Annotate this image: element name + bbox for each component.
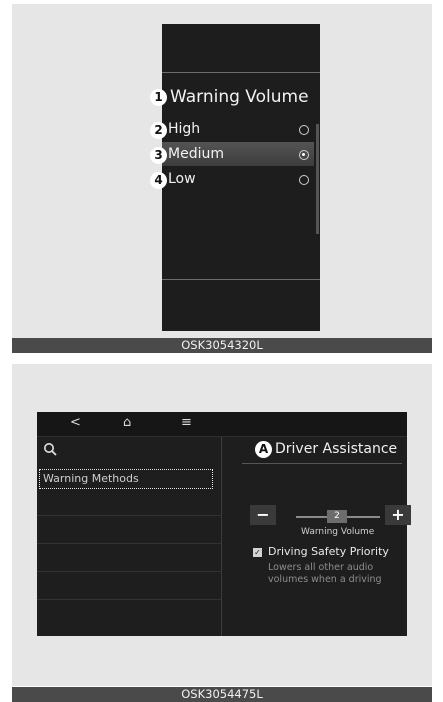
callout-marker: 2 bbox=[150, 122, 167, 139]
option-low-radio[interactable] bbox=[299, 175, 309, 185]
row-divider bbox=[37, 599, 221, 600]
option-low-label[interactable]: Low bbox=[168, 171, 196, 187]
volume-increase-button[interactable]: + bbox=[385, 505, 411, 525]
callout-marker: A bbox=[255, 441, 272, 458]
scrollbar[interactable] bbox=[316, 124, 319, 234]
bottom-divider bbox=[162, 279, 320, 280]
driving-safety-priority-description: Lowers all other audio volumes when a dr… bbox=[268, 562, 382, 585]
volume-slider-thumb[interactable]: 2 bbox=[327, 510, 347, 523]
settings-menu-pane: Warning Methods bbox=[37, 437, 222, 636]
menu-item-warning-methods[interactable]: Warning Methods bbox=[39, 469, 213, 489]
menu-icon[interactable]: ≡ bbox=[181, 414, 192, 432]
title-divider bbox=[242, 463, 402, 464]
figure2-frame: < ⌂ ≡ Warning Methods A Driver Assistanc… bbox=[12, 364, 432, 686]
warning-volume-label: Warning Volume bbox=[301, 527, 375, 537]
driving-safety-priority-checkbox[interactable]: ✓ bbox=[253, 548, 262, 557]
search-icon[interactable] bbox=[43, 442, 58, 457]
option-medium-radio[interactable] bbox=[299, 150, 309, 160]
figure1-caption: OSK3054320L bbox=[12, 338, 432, 353]
nav-bar: < ⌂ ≡ bbox=[37, 412, 407, 437]
figure1-frame: 1 Warning Volume 2 High 3 Medium 4 Low bbox=[12, 4, 432, 338]
callout-marker: 4 bbox=[150, 172, 167, 189]
driving-safety-priority-label[interactable]: Driving Safety Priority bbox=[268, 545, 389, 558]
home-icon[interactable]: ⌂ bbox=[123, 414, 131, 432]
row-divider bbox=[37, 515, 221, 516]
option-high-radio[interactable] bbox=[299, 125, 309, 135]
callout-marker: 1 bbox=[150, 89, 167, 106]
driver-assistance-screen: < ⌂ ≡ Warning Methods A Driver Assistanc… bbox=[37, 412, 411, 636]
option-high-label[interactable]: High bbox=[168, 121, 200, 137]
volume-decrease-button[interactable]: − bbox=[250, 505, 276, 525]
row-divider bbox=[37, 571, 221, 572]
back-button[interactable]: < bbox=[70, 414, 81, 432]
top-divider bbox=[162, 72, 320, 73]
figure2-caption: OSK3054475L bbox=[12, 687, 432, 702]
warning-volume-title: Warning Volume bbox=[170, 87, 309, 107]
option-medium-label[interactable]: Medium bbox=[168, 146, 224, 162]
row-divider bbox=[37, 543, 221, 544]
driver-assistance-title: Driver Assistance bbox=[275, 441, 398, 457]
callout-marker: 3 bbox=[150, 147, 167, 164]
warning-volume-screen: 1 Warning Volume 2 High 3 Medium 4 Low bbox=[150, 24, 320, 331]
